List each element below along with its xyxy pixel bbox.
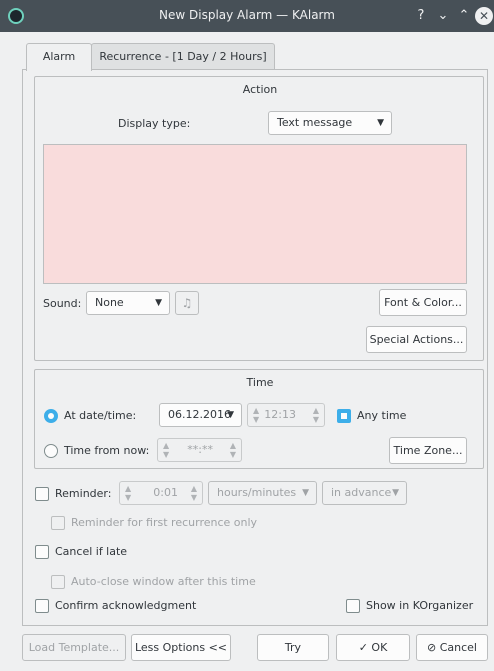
display-type-value: Text message: [277, 116, 353, 129]
spin-arrows-icon: ▲ ▼: [125, 484, 132, 502]
spin-arrows-icon: ▲ ▼: [312, 406, 319, 424]
cancel-if-late-label: Cancel if late: [55, 545, 128, 558]
font-color-button[interactable]: Font & Color...: [379, 289, 467, 316]
reminder-checkbox[interactable]: [35, 487, 49, 501]
try-button[interactable]: Try: [257, 634, 329, 661]
time-spinbox[interactable]: ▲ ▼ 12:13 ▲ ▼: [247, 403, 325, 427]
reminder-when-value: in advance: [331, 486, 392, 499]
at-datetime-label: At date/time:: [64, 409, 137, 422]
chevron-down-icon: ▼: [392, 488, 399, 498]
close-icon[interactable]: ✕: [475, 7, 493, 25]
auto-close-checkbox[interactable]: [51, 575, 65, 589]
display-type-label: Display type:: [118, 117, 191, 130]
spin-arrows-icon: ▲ ▼: [190, 484, 197, 502]
confirm-acknowledgment-label: Confirm acknowledgment: [55, 599, 197, 612]
reminder-value: 0:01: [153, 486, 178, 499]
check-icon: ✓: [358, 641, 368, 654]
any-time-checkbox[interactable]: [337, 409, 351, 423]
auto-close-label: Auto-close window after this time: [71, 575, 256, 588]
cancel-button[interactable]: ⊘ Cancel: [416, 634, 488, 661]
sound-file-button[interactable]: ♫: [175, 291, 199, 315]
less-options-button[interactable]: Less Options <<: [131, 634, 231, 661]
sound-value: None: [95, 296, 124, 309]
time-from-now-radio[interactable]: [44, 444, 58, 458]
message-text-area[interactable]: [43, 144, 467, 284]
tab-alarm[interactable]: Alarm: [26, 43, 92, 71]
display-type-combo[interactable]: Text message ▼: [268, 111, 392, 135]
ok-button[interactable]: ✓ OK: [336, 634, 410, 661]
action-group-title: Action: [242, 83, 278, 96]
time-from-now-label: Time from now:: [64, 444, 150, 457]
date-value: 06.12.2016: [168, 408, 231, 421]
tab-recurrence[interactable]: Recurrence - [1 Day / 2 Hours]: [91, 43, 275, 70]
time-group-title: Time: [246, 376, 274, 389]
reminder-first-recurrence-label: Reminder for first recurrence only: [71, 516, 258, 529]
reminder-units-value: hours/minutes: [217, 486, 297, 499]
reminder-when-combo[interactable]: in advance ▼: [322, 481, 407, 505]
time-from-now-value: **:**: [187, 443, 213, 456]
help-icon[interactable]: ?: [412, 7, 430, 25]
chevron-down-icon: ▼: [377, 118, 384, 128]
time-value: 12:13: [264, 408, 296, 421]
reminder-label: Reminder:: [55, 487, 112, 500]
time-from-now-spinbox[interactable]: ▲ ▼ **:** ▲ ▼: [157, 438, 242, 462]
chevron-down-icon: ▼: [155, 298, 162, 308]
cancel-label: Cancel: [439, 641, 477, 654]
maximize-icon[interactable]: ⌃: [455, 7, 473, 25]
date-combo[interactable]: 06.12.2016 ▼: [159, 403, 242, 427]
special-actions-button[interactable]: Special Actions...: [366, 326, 467, 353]
at-datetime-radio[interactable]: [44, 409, 58, 423]
reminder-units-combo[interactable]: hours/minutes ▼: [208, 481, 317, 505]
chevron-down-icon: ▼: [302, 488, 309, 498]
load-template-button[interactable]: Load Template...: [22, 634, 126, 661]
spin-arrows-icon: ▲ ▼: [253, 406, 260, 424]
time-zone-button[interactable]: Time Zone...: [389, 437, 467, 464]
any-time-label: Any time: [357, 409, 407, 422]
ok-label: OK: [371, 641, 388, 654]
reminder-first-recurrence-checkbox[interactable]: [51, 516, 65, 530]
sound-combo[interactable]: None ▼: [86, 291, 170, 315]
chevron-down-icon: ▼: [227, 410, 234, 420]
cancel-if-late-checkbox[interactable]: [35, 545, 49, 559]
sound-label: Sound:: [43, 297, 82, 310]
confirm-acknowledgment-checkbox[interactable]: [35, 599, 49, 613]
show-in-korganizer-checkbox[interactable]: [346, 599, 360, 613]
reminder-spinbox[interactable]: ▲ ▼ 0:01 ▲ ▼: [119, 481, 203, 505]
music-note-icon: ♫: [181, 296, 193, 310]
title-bar: New Display Alarm — KAlarm ? ⌄ ⌃ ✕: [0, 0, 494, 32]
cancel-icon: ⊘: [427, 641, 437, 654]
spin-arrows-icon: ▲ ▼: [163, 441, 170, 459]
show-in-korganizer-label: Show in KOrganizer: [366, 599, 474, 612]
minimize-icon[interactable]: ⌄: [434, 7, 452, 25]
spin-arrows-icon: ▲ ▼: [229, 441, 236, 459]
